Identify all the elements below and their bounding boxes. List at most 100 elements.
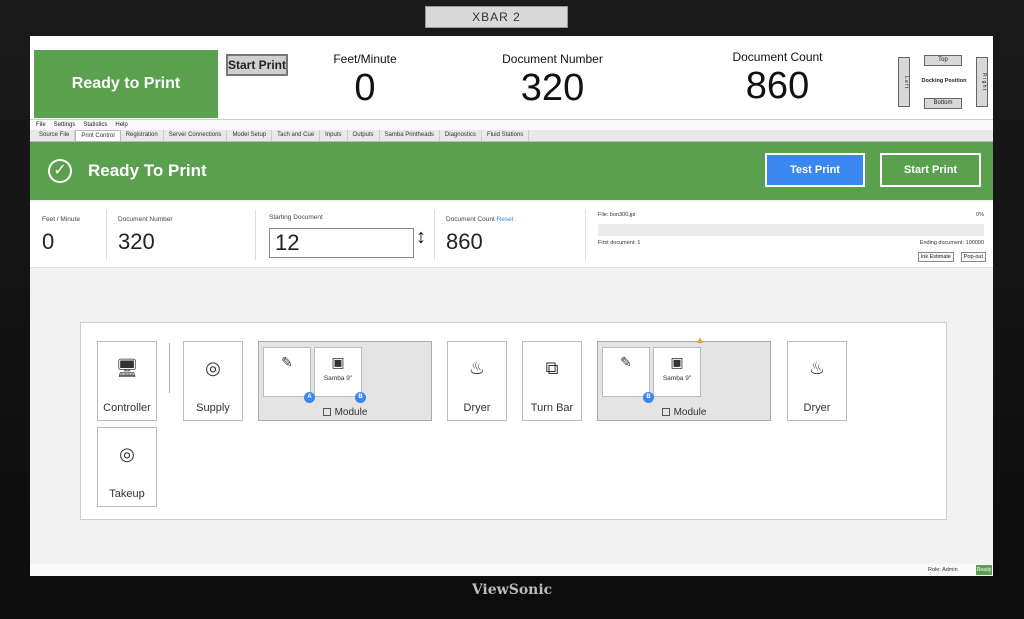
banner-title: Ready To Print xyxy=(88,161,207,180)
progress-percent: 0% xyxy=(976,212,984,218)
menu-settings[interactable]: Settings xyxy=(54,122,76,128)
tab-samba-printheads[interactable]: Samba Printheads xyxy=(380,130,440,141)
dock-right-button[interactable]: R i g h t xyxy=(976,57,988,107)
document-number-stat-value: 320 xyxy=(118,229,155,254)
tab-registration[interactable]: Registration xyxy=(121,130,164,141)
supply-unit[interactable]: ◎ Supply xyxy=(183,341,243,421)
controller-label: Controller xyxy=(103,402,151,414)
document-count-label: Document Count xyxy=(732,50,823,64)
samba-head-label: Samba 9" xyxy=(662,375,692,382)
tab-source-file[interactable]: Source File xyxy=(34,130,76,141)
module-a-checkbox[interactable] xyxy=(322,408,331,416)
connection-status: Ready xyxy=(976,565,992,575)
check-circle-icon: ✓ xyxy=(48,159,72,183)
app-screen: Ready to Print Start Print Feet/Minute 0… xyxy=(30,36,993,576)
up-down-arrows-icon[interactable]: ↕ xyxy=(416,226,426,249)
ready-status-tile: Ready to Print xyxy=(34,50,218,118)
document-count-value: 860 xyxy=(745,65,810,107)
ending-document: Ending document: 100000 xyxy=(919,240,984,246)
dock-top-button[interactable]: Top xyxy=(924,55,962,66)
menu-help[interactable]: Help xyxy=(115,122,127,128)
divider xyxy=(106,210,107,260)
takeup-label: Takeup xyxy=(109,488,145,500)
heat-icon: ♨ xyxy=(468,358,486,378)
file-progress-area: File: bon300.jpi 0% First document: 1 En… xyxy=(598,210,986,264)
takeup-unit[interactable]: ◎ Takeup xyxy=(97,427,157,507)
module-b-label: Module xyxy=(673,407,707,418)
tab-tach-and-cue[interactable]: Tach and Cue xyxy=(272,130,321,141)
machine-layout-panel: 🖥 Controller ◎ Supply ✎ ▣ Samba 9" A B M… xyxy=(80,322,947,520)
starting-document-input[interactable] xyxy=(269,228,414,258)
docking-position-label: Docking Position xyxy=(921,78,967,84)
document-number-metric: Document Number 320 xyxy=(490,52,615,110)
tab-fluid-stations[interactable]: Fluid Stations xyxy=(482,130,530,141)
feet-stat-value: 0 xyxy=(42,229,55,254)
test-print-button[interactable]: Test Print xyxy=(765,153,865,187)
pen-icon: ✎ xyxy=(620,354,632,370)
ready-banner: ✓ Ready To Print Test Print Start Print xyxy=(30,142,993,200)
dryer-unit-2[interactable]: ♨ Dryer xyxy=(787,341,847,421)
document-number-label: Document Number xyxy=(502,52,603,66)
menu-bar: File Settings Statistics Help xyxy=(30,120,993,130)
warning-icon: ▲ xyxy=(695,335,705,346)
samba-head-cell: ▣ Samba 9" xyxy=(653,347,701,397)
status-footer: Role: Admin Ready xyxy=(30,564,993,576)
printhead-cell: ✎ xyxy=(602,347,650,397)
starting-document-stat: Starting Document xyxy=(269,214,323,221)
pen-icon: ✎ xyxy=(281,354,293,370)
ink-estimate-button[interactable]: Ink Estimate xyxy=(917,252,954,262)
print-progress-bar xyxy=(598,224,984,236)
first-document: First document: 1 xyxy=(598,240,641,246)
module-b[interactable]: ✎ ▣ Samba 9" B ▲ Module xyxy=(597,335,771,421)
dock-left-button[interactable]: L e f t xyxy=(898,57,910,107)
station-b-badge: B xyxy=(643,392,654,403)
tab-inputs[interactable]: Inputs xyxy=(320,130,348,141)
document-number-value: 320 xyxy=(520,67,585,109)
tab-model-setup[interactable]: Model Setup xyxy=(227,130,273,141)
tab-outputs[interactable]: Outputs xyxy=(348,130,380,141)
module-a-label: Module xyxy=(334,407,368,418)
start-print-button[interactable]: Start Print xyxy=(880,153,981,187)
monitor-brand: ViewSonic xyxy=(471,582,553,598)
dryer-1-label: Dryer xyxy=(463,402,491,414)
status-header: Ready to Print Start Print Feet/Minute 0… xyxy=(30,36,993,120)
menu-statistics[interactable]: Statistics xyxy=(83,122,107,128)
role-label: Role: Admin xyxy=(928,567,958,573)
dryer-2-label: Dryer xyxy=(803,402,831,414)
reset-link[interactable]: Reset xyxy=(497,216,514,223)
document-number-stat: Document Number 320 xyxy=(118,216,173,255)
controller-unit[interactable]: 🖥 Controller xyxy=(97,341,157,421)
tab-server-connections[interactable]: Server Connections xyxy=(164,130,228,141)
document-count-stat: Document Count Reset 860 xyxy=(446,216,514,255)
feet-label: Feet/Minute xyxy=(333,52,397,66)
module-a[interactable]: ✎ ▣ Samba 9" A B Module xyxy=(258,341,432,421)
station-b-badge: B xyxy=(355,392,366,403)
supply-label: Supply xyxy=(196,402,230,414)
roll-icon: ◎ xyxy=(205,358,221,378)
module-b-checkbox[interactable] xyxy=(661,408,670,416)
printhead-cell: ✎ xyxy=(263,347,311,397)
divider xyxy=(585,210,586,260)
turn-bar-unit[interactable]: ⧉ Turn Bar xyxy=(522,341,582,421)
station-a-badge: A xyxy=(304,392,315,403)
samba-head-label: Samba 9" xyxy=(323,375,353,382)
pop-out-button[interactable]: Pop-out xyxy=(960,252,986,262)
tab-diagnostics[interactable]: Diagnostics xyxy=(440,130,482,141)
dryer-unit-1[interactable]: ♨ Dryer xyxy=(447,341,507,421)
tab-print-control[interactable]: Print Control xyxy=(75,130,121,141)
document-count-stat-value: 860 xyxy=(446,229,483,254)
dock-bottom-button[interactable]: Bottom xyxy=(924,98,962,109)
feet-value: 0 xyxy=(354,67,376,109)
feet-metric: Feet/Minute 0 xyxy=(320,52,410,110)
document-count-metric: Document Count 860 xyxy=(715,50,840,108)
monitor-icon: 🖥 xyxy=(115,358,139,378)
heat-icon: ♨ xyxy=(808,358,826,378)
start-print-button-top[interactable]: Start Print xyxy=(226,54,288,76)
turn-bar-icon: ⧉ xyxy=(545,358,559,378)
printhead-icon: ▣ xyxy=(670,354,684,370)
menu-file[interactable]: File xyxy=(36,122,46,128)
module-b-name: Module xyxy=(598,407,770,418)
turn-bar-label: Turn Bar xyxy=(530,402,574,414)
stats-row: Feet / Minute 0 Document Number 320 Star… xyxy=(30,202,993,268)
divider xyxy=(255,210,256,260)
